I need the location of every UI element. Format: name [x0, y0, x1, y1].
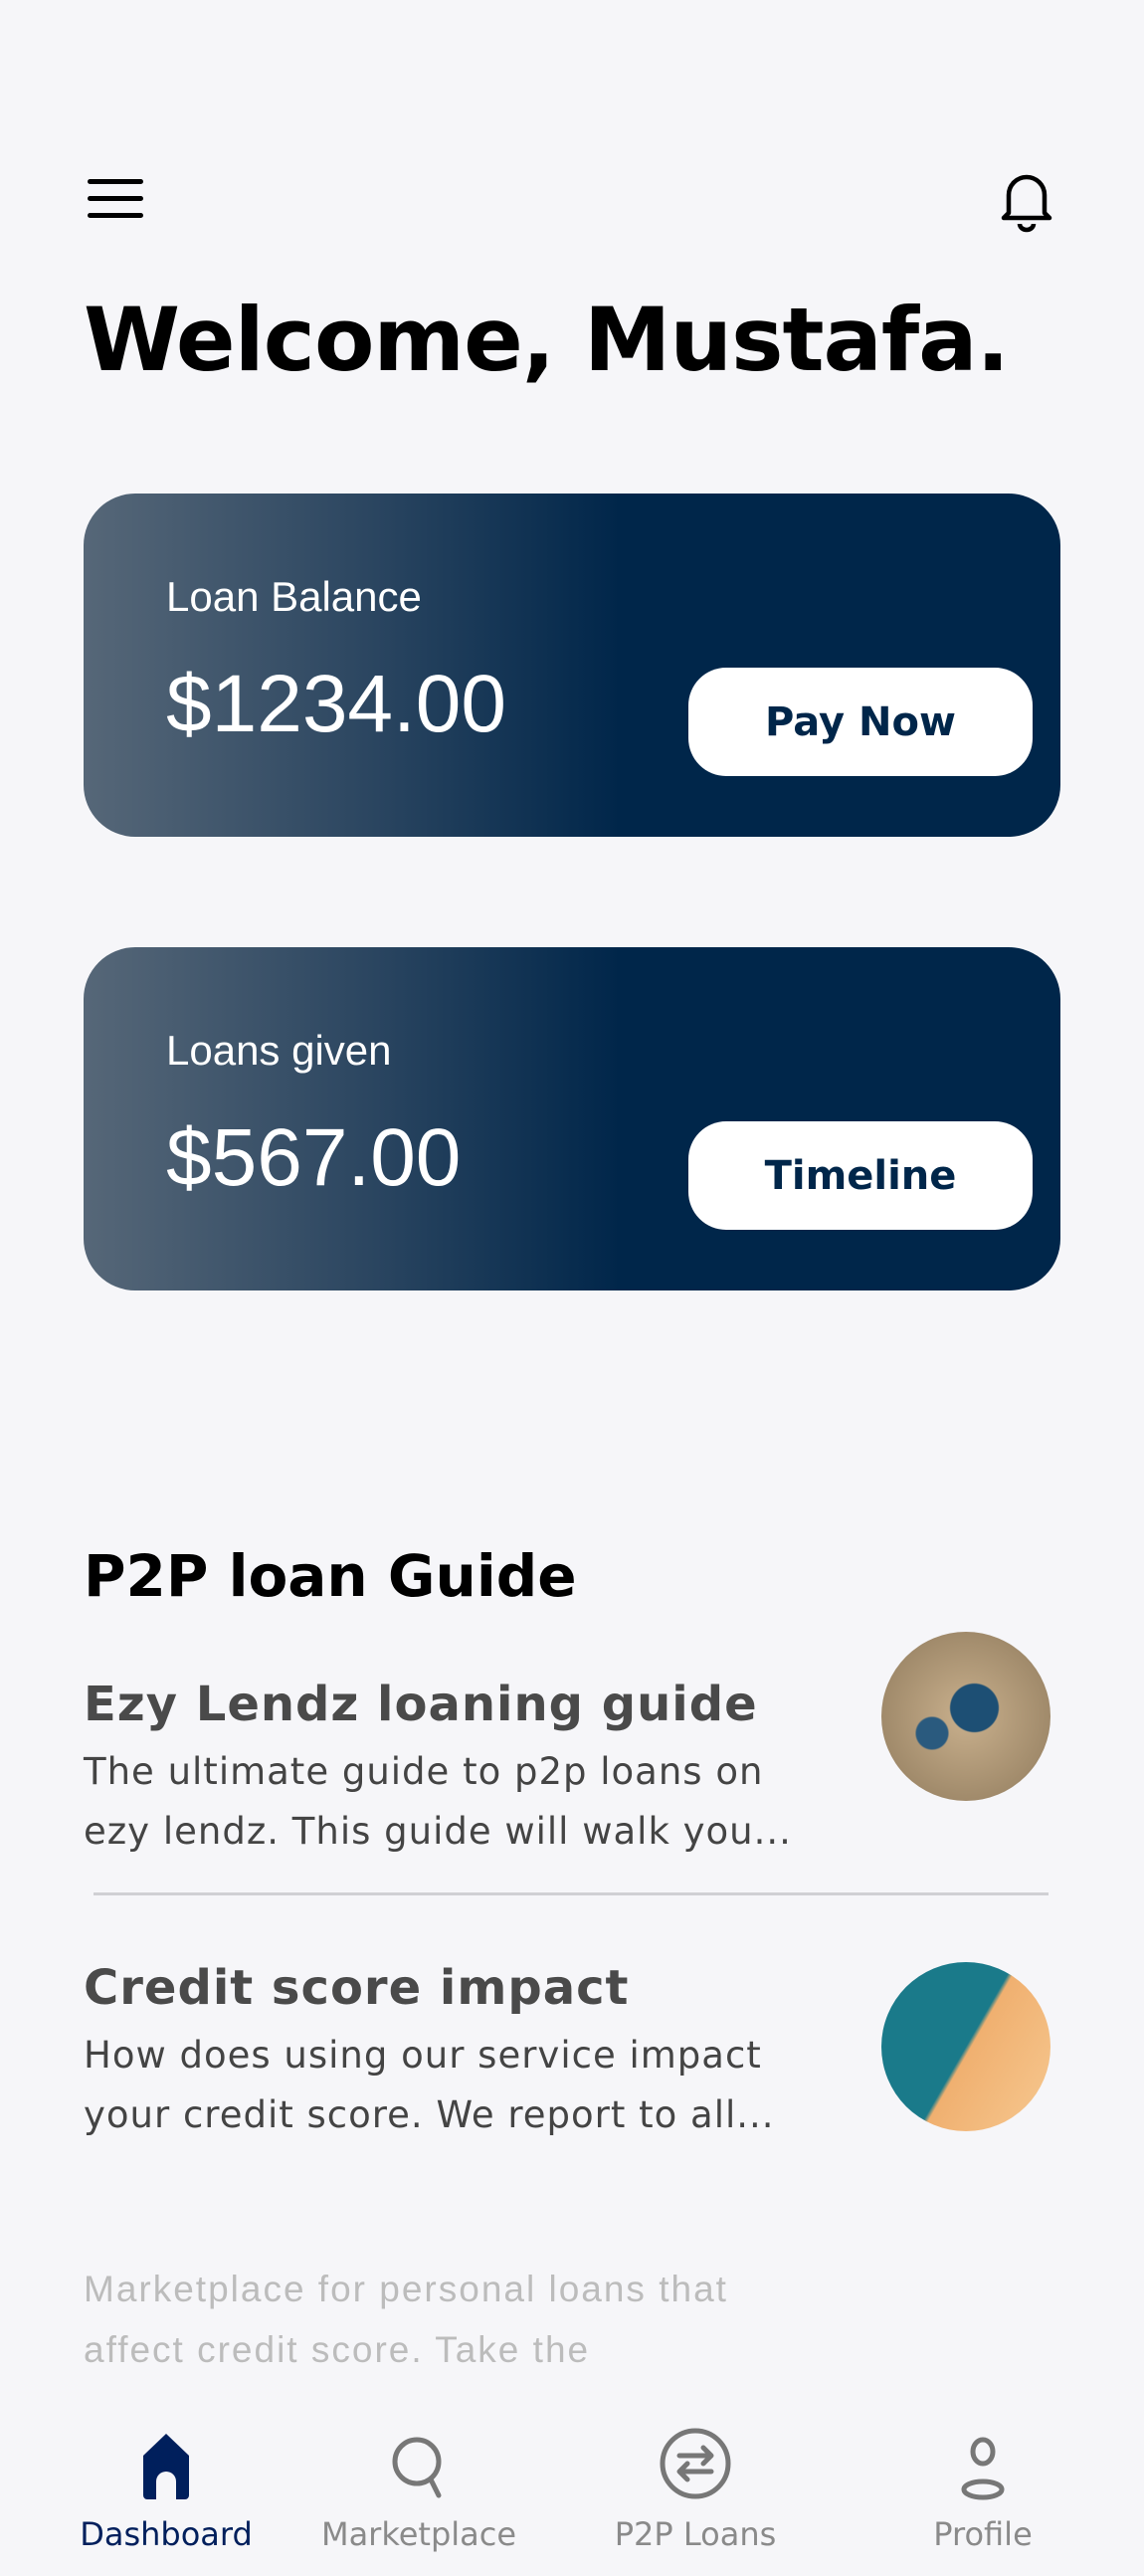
divider — [94, 1892, 1049, 1895]
loans-given-card: Loans given $567.00 Timeline — [84, 947, 1060, 1290]
loan-balance-card: Loan Balance $1234.00 Pay Now — [84, 494, 1060, 837]
nav-profile[interactable]: Profile — [883, 2426, 1082, 2553]
nav-label: P2P Loans — [614, 2515, 777, 2553]
card-amount: $1234.00 — [166, 659, 507, 749]
nav-label: Profile — [933, 2515, 1033, 2553]
guide-item[interactable]: Ezy Lendz loaning guide The ultimate gui… — [84, 1632, 1058, 1856]
nav-dashboard[interactable]: Dashboard — [67, 2426, 266, 2553]
pay-now-button[interactable]: Pay Now — [688, 668, 1033, 776]
nav-label: Dashboard — [80, 2515, 253, 2553]
card-amount: $567.00 — [166, 1112, 462, 1203]
exchange-icon — [660, 2428, 731, 2499]
guide-item-desc: How does using our service impact your c… — [84, 2034, 775, 2136]
guide-thumbnail — [881, 1632, 1050, 1801]
guide-item-title: Credit score impact — [84, 1960, 630, 2016]
guide-item[interactable]: Credit score impact How does using our s… — [84, 1960, 1058, 2139]
timeline-button[interactable]: Timeline — [688, 1121, 1033, 1230]
card-label: Loans given — [166, 1027, 392, 1074]
hamburger-icon — [88, 179, 143, 184]
faded-text: Marketplace for personal loans that affe… — [84, 2269, 728, 2370]
card-label: Loan Balance — [166, 573, 422, 620]
section-title: P2P loan Guide — [84, 1542, 577, 1610]
nav-label: Marketplace — [320, 2515, 517, 2553]
guide-thumbnail — [881, 1962, 1050, 2131]
page-title: Welcome, Mustafa. — [84, 289, 1010, 391]
bell-icon[interactable] — [999, 169, 1054, 233]
user-icon — [961, 2437, 1005, 2500]
nav-marketplace[interactable]: Marketplace — [319, 2426, 518, 2553]
guide-item-title: Ezy Lendz loaning guide — [84, 1677, 758, 1732]
nav-p2p-loans[interactable]: P2P Loans — [596, 2426, 795, 2553]
guide-item-desc: The ultimate guide to p2p loans on ezy l… — [84, 1750, 792, 1853]
menu-button[interactable] — [88, 179, 149, 223]
search-icon — [392, 2437, 442, 2498]
home-icon — [143, 2434, 189, 2499]
